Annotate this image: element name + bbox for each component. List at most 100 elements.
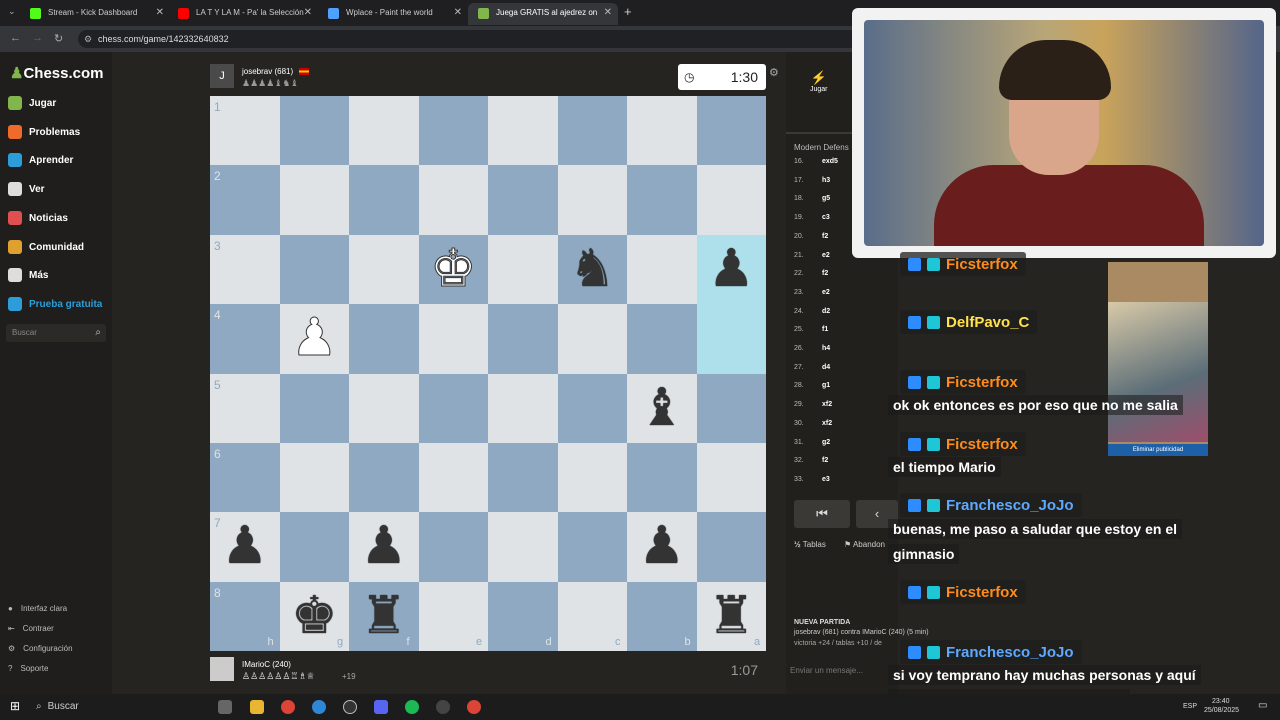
board-square[interactable] — [627, 443, 697, 513]
app-icon[interactable] — [436, 700, 450, 714]
board-square[interactable] — [349, 96, 419, 166]
tab-chess[interactable]: Juega GRATIS al ajedrez on ✕ — [468, 3, 618, 25]
site-info-icon[interactable]: ⚙ — [84, 30, 92, 48]
tab-list-dropdown-icon[interactable]: ⌄ — [8, 6, 16, 17]
tab-kick-dashboard[interactable]: Stream - Kick Dashboard ✕ — [20, 3, 170, 25]
sidebar-item-comunidad[interactable]: Comunidad — [8, 240, 84, 254]
board-square[interactable] — [279, 234, 349, 305]
move-san[interactable]: g1 — [822, 382, 830, 389]
file-explorer-icon[interactable] — [250, 700, 264, 714]
chat-username[interactable]: Ficsterfox — [900, 580, 1026, 604]
sidebar-item-problemas[interactable]: Problemas — [8, 125, 80, 139]
new-tab-icon[interactable]: + — [624, 4, 632, 19]
close-tab-icon[interactable]: ✕ — [604, 3, 612, 23]
chat-username[interactable]: Ficsterfox — [900, 252, 1026, 276]
black-rook-piece[interactable]: ♜ — [697, 582, 767, 651]
sidebar-footer-settings[interactable]: ⚙ Configuración — [8, 644, 73, 653]
tray-time[interactable]: 23:40 — [1212, 698, 1230, 705]
board-square[interactable] — [279, 373, 349, 443]
board-square[interactable] — [418, 96, 488, 166]
move-row[interactable]: 24. d2 — [794, 308, 894, 315]
board-square[interactable] — [349, 234, 419, 305]
resign-button[interactable]: ⚑ Abandon — [844, 540, 885, 549]
sidebar-item-prueba-gratuita[interactable]: Prueba gratuita — [8, 297, 102, 311]
move-san[interactable]: g5 — [822, 195, 830, 202]
chat-username[interactable]: Franchesco_JoJo — [900, 493, 1082, 517]
black-pawn-piece[interactable]: ♟ — [627, 512, 697, 581]
board-square[interactable] — [696, 443, 766, 513]
black-pawn-piece[interactable]: ♟ — [210, 512, 280, 581]
board-square[interactable] — [696, 304, 766, 374]
board-square[interactable] — [279, 165, 349, 235]
board-square[interactable] — [418, 443, 488, 513]
move-san[interactable]: f2 — [822, 270, 828, 277]
discord-icon[interactable] — [374, 700, 388, 714]
move-row[interactable]: 33. e3 — [794, 476, 894, 483]
sidebar-item-ver[interactable]: Ver — [8, 182, 45, 196]
board-square[interactable] — [418, 373, 488, 443]
board-square[interactable] — [279, 96, 349, 166]
board-square[interactable] — [696, 165, 766, 235]
board-square[interactable] — [279, 512, 349, 582]
task-view-icon[interactable] — [218, 700, 232, 714]
notification-icon[interactable]: ▭ — [1258, 700, 1267, 711]
chrome-icon[interactable] — [281, 700, 295, 714]
board-square[interactable] — [488, 234, 558, 305]
board-square[interactable] — [279, 443, 349, 513]
sidebar-footer-support[interactable]: ? Soporte — [8, 664, 48, 673]
close-tab-icon[interactable]: ✕ — [454, 3, 462, 23]
black-king-piece[interactable]: ♚ — [280, 582, 350, 651]
black-pawn-piece[interactable]: ♟ — [349, 512, 419, 581]
chat-username[interactable]: Ficsterfox — [900, 370, 1026, 394]
move-san[interactable]: f1 — [822, 326, 828, 333]
tray-language[interactable]: ESP — [1183, 703, 1197, 710]
black-knight-piece[interactable]: ♞ — [558, 235, 628, 304]
white-king-piece[interactable]: ♚ — [419, 235, 489, 304]
sidebar-footer-collapse[interactable]: ⇤ Contraer — [8, 624, 54, 633]
move-san[interactable]: e3 — [822, 476, 830, 483]
board-square[interactable] — [418, 512, 488, 582]
move-row[interactable]: 30. xf2 — [794, 420, 894, 427]
forward-icon[interactable]: → — [32, 32, 43, 44]
move-san[interactable]: xf2 — [822, 420, 832, 427]
move-san[interactable]: g2 — [822, 439, 830, 446]
move-row[interactable]: 26. h4 — [794, 345, 894, 352]
move-san[interactable]: h3 — [822, 177, 830, 184]
first-move-button[interactable]: ⏮ — [794, 500, 850, 528]
black-rook-piece[interactable]: ♜ — [349, 582, 419, 651]
spotify-icon[interactable] — [405, 700, 419, 714]
move-row[interactable]: 27. d4 — [794, 364, 894, 371]
tab-youtube-song[interactable]: LA T Y LA M - Pa' la Selección ✕ — [168, 3, 318, 25]
close-tab-icon[interactable]: ✕ — [156, 3, 164, 23]
board-square[interactable] — [349, 165, 419, 235]
move-san[interactable]: f2 — [822, 233, 828, 240]
chrome-active-icon[interactable] — [467, 700, 481, 714]
board-square[interactable] — [488, 373, 558, 443]
search-icon[interactable]: ⌕ — [95, 324, 101, 342]
close-tab-icon[interactable]: ✕ — [304, 3, 312, 23]
chess-logo[interactable]: ♟Chess.com — [10, 64, 104, 82]
game-chat-input[interactable]: Enviar un mensaje... — [790, 666, 863, 675]
draw-offer-button[interactable]: ½ Tablas — [794, 540, 826, 549]
white-pawn-piece[interactable]: ♟ — [280, 304, 350, 373]
board-square[interactable] — [696, 96, 766, 166]
black-pawn-piece[interactable]: ♟ — [697, 235, 767, 304]
move-row[interactable]: 22. f2 — [794, 270, 894, 277]
bottom-player-avatar[interactable] — [210, 657, 234, 681]
chat-username[interactable]: Franchesco_JoJo — [900, 640, 1082, 664]
reload-icon[interactable]: ↻ — [54, 32, 63, 45]
board-square[interactable] — [488, 165, 558, 235]
taskbar-search[interactable]: ⌕ Buscar — [30, 697, 200, 717]
board-square[interactable] — [349, 304, 419, 374]
top-player-name[interactable]: josebrav (681) — [242, 67, 293, 76]
move-row[interactable]: 23. e2 — [794, 289, 894, 296]
sidebar-footer-light-ui[interactable]: ● Interfaz clara — [8, 604, 67, 613]
board-square[interactable] — [557, 512, 627, 582]
edge-icon[interactable] — [312, 700, 326, 714]
sidebar-item-aprender[interactable]: Aprender — [8, 153, 73, 167]
board-square[interactable] — [557, 96, 627, 166]
board-square[interactable] — [349, 373, 419, 443]
board-square[interactable] — [349, 443, 419, 513]
obs-icon[interactable] — [343, 700, 357, 714]
board-square[interactable] — [418, 304, 488, 374]
